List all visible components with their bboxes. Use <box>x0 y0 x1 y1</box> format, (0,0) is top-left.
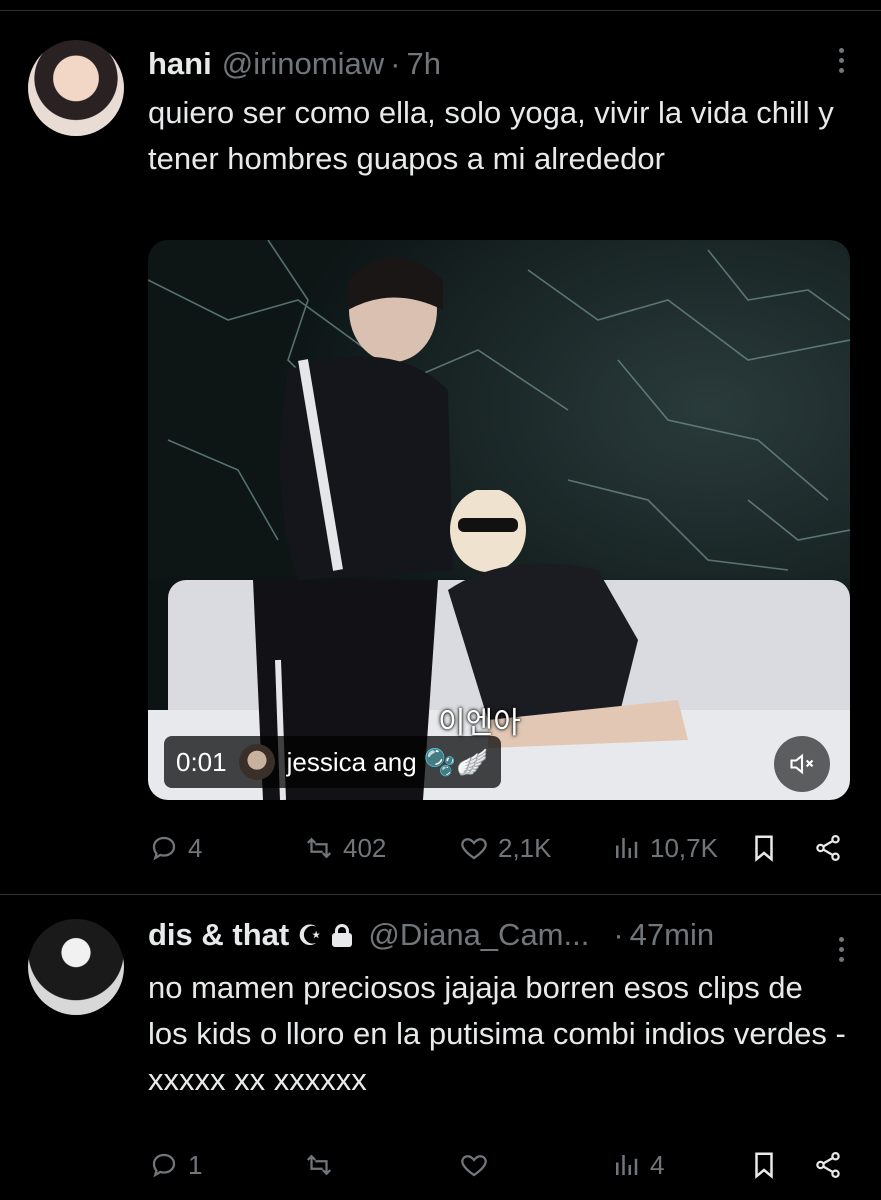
display-name[interactable]: hani <box>148 46 212 82</box>
avatar[interactable] <box>28 919 124 1015</box>
video-player[interactable]: 이엔아 0:01 jessica ang 🫧🪽 <box>148 240 850 800</box>
tweet-actions: 4 402 2,1K 10,7K <box>148 828 848 868</box>
crescent-star-icon: ☪ <box>297 919 323 951</box>
tweet-actions: 1 4 <box>148 1145 848 1185</box>
views-icon <box>610 1149 642 1181</box>
views-button[interactable]: 10,7K <box>610 832 718 864</box>
views-icon <box>610 832 642 864</box>
share-icon <box>812 832 844 864</box>
uploader-name[interactable]: jessica ang 🫧🪽 <box>287 747 489 778</box>
retweet-icon <box>303 832 335 864</box>
tweet-1[interactable]: hani @irinomiaw · 7h quiero ser como ell… <box>0 10 881 895</box>
display-name[interactable]: dis & that <box>148 917 289 953</box>
retweet-button[interactable]: 402 <box>303 832 386 864</box>
reply-count: 4 <box>188 832 203 863</box>
uploader-avatar[interactable] <box>238 744 275 780</box>
reply-icon <box>148 1149 180 1181</box>
standing-person <box>253 257 453 800</box>
tweet-text: quiero ser como ella, solo yoga, vivir l… <box>148 95 834 176</box>
user-handle[interactable]: @irinomiaw <box>222 46 384 82</box>
bookmark-icon <box>748 832 780 864</box>
reply-button[interactable]: 4 <box>148 832 202 864</box>
video-info-bar: 0:01 jessica ang 🫧🪽 <box>164 736 501 788</box>
more-options-icon[interactable] <box>839 937 845 962</box>
reply-count: 1 <box>188 1149 203 1180</box>
separator-dot: · <box>390 46 401 81</box>
views-button[interactable]: 4 <box>610 1149 664 1181</box>
more-options-icon[interactable] <box>839 48 845 73</box>
tweet-2[interactable]: dis & that ☪ @Diana_Cam... · 47min no ma… <box>0 895 881 1200</box>
reply-button[interactable]: 1 <box>148 1149 202 1181</box>
like-count: 2,1K <box>498 832 552 863</box>
share-button[interactable] <box>812 832 844 864</box>
separator-dot: · <box>613 917 624 952</box>
tweet-text: no mamen preciosos jajaja borren esos cl… <box>148 970 846 1097</box>
heart-icon <box>458 832 490 864</box>
views-count: 4 <box>650 1149 665 1180</box>
heart-icon <box>458 1149 490 1181</box>
avatar[interactable] <box>28 40 124 136</box>
user-handle[interactable]: @Diana_Cam... <box>368 917 589 953</box>
lock-icon <box>332 924 353 947</box>
retweet-count: 402 <box>343 832 387 863</box>
share-button[interactable] <box>812 1149 844 1181</box>
like-button[interactable] <box>458 1149 498 1181</box>
bookmark-button[interactable] <box>748 1149 780 1181</box>
retweet-icon <box>303 1149 335 1181</box>
timestamp[interactable]: 7h <box>406 46 440 82</box>
tweet-header: dis & that ☪ @Diana_Cam... · 47min <box>148 917 714 953</box>
mute-icon[interactable] <box>774 736 830 792</box>
share-icon <box>812 1149 844 1181</box>
bookmark-button[interactable] <box>748 832 780 864</box>
views-count: 10,7K <box>650 832 718 863</box>
tweet-header: hani @irinomiaw · 7h <box>148 46 441 82</box>
retweet-button[interactable] <box>303 1149 343 1181</box>
reply-icon <box>148 832 180 864</box>
bookmark-icon <box>748 1149 780 1181</box>
like-button[interactable]: 2,1K <box>458 832 552 864</box>
timestamp[interactable]: 47min <box>630 917 714 953</box>
video-timestamp: 0:01 <box>176 746 227 777</box>
